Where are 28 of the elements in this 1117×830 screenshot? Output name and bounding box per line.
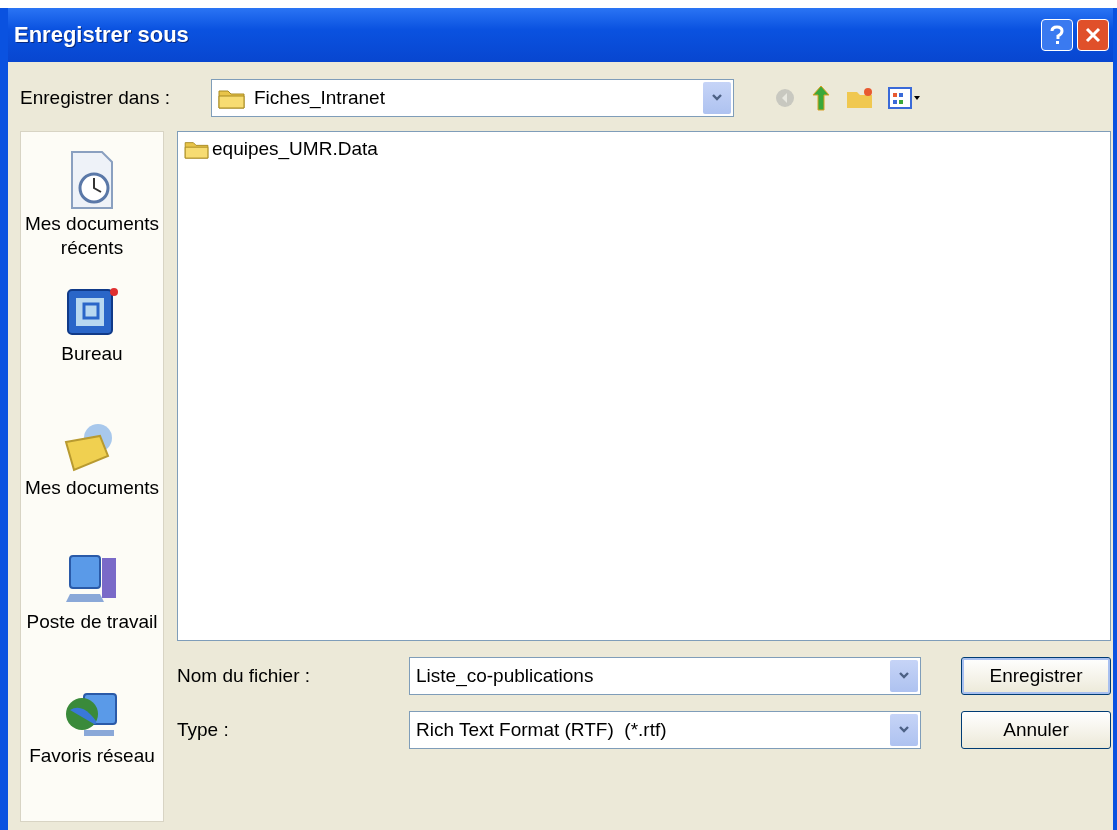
folder-item[interactable]: equipes_UMR.Data (184, 138, 378, 160)
type-dropdown[interactable]: Rich Text Format (RTF) (*.rtf) (409, 711, 921, 749)
place-item[interactable]: Favoris réseau (21, 684, 163, 818)
chevron-down-icon (898, 725, 910, 735)
place-item[interactable]: Poste de travail (21, 550, 163, 684)
chevron-down-icon (711, 93, 723, 103)
help-icon[interactable] (1041, 19, 1073, 51)
up-arrow-icon[interactable] (810, 84, 832, 112)
folder-icon (218, 87, 246, 109)
view-menu-icon[interactable] (888, 86, 922, 110)
window-title: Enregistrer sous (14, 22, 190, 48)
dropdown-button[interactable] (890, 660, 918, 692)
folder-icon (184, 139, 210, 159)
dropdown-button[interactable] (703, 82, 731, 114)
save-in-dropdown[interactable]: Fiches_Intranet (211, 79, 734, 117)
new-folder-icon[interactable] (846, 86, 874, 110)
close-icon[interactable] (1077, 19, 1109, 51)
place-item[interactable]: Bureau (21, 282, 163, 416)
place-item[interactable]: Mes documents récents (21, 148, 163, 282)
dropdown-button[interactable] (890, 714, 918, 746)
save-in-label: Enregistrer dans : (20, 87, 171, 109)
type-label: Type : (177, 719, 230, 741)
save-button[interactable]: Enregistrer (961, 657, 1111, 695)
cancel-button[interactable]: Annuler (961, 711, 1111, 749)
place-item[interactable]: Mes documents (21, 416, 163, 550)
file-name-field[interactable]: Liste_co-publications (409, 657, 921, 695)
chevron-down-icon (898, 671, 910, 681)
file-name-label: Nom du fichier : (177, 665, 312, 687)
